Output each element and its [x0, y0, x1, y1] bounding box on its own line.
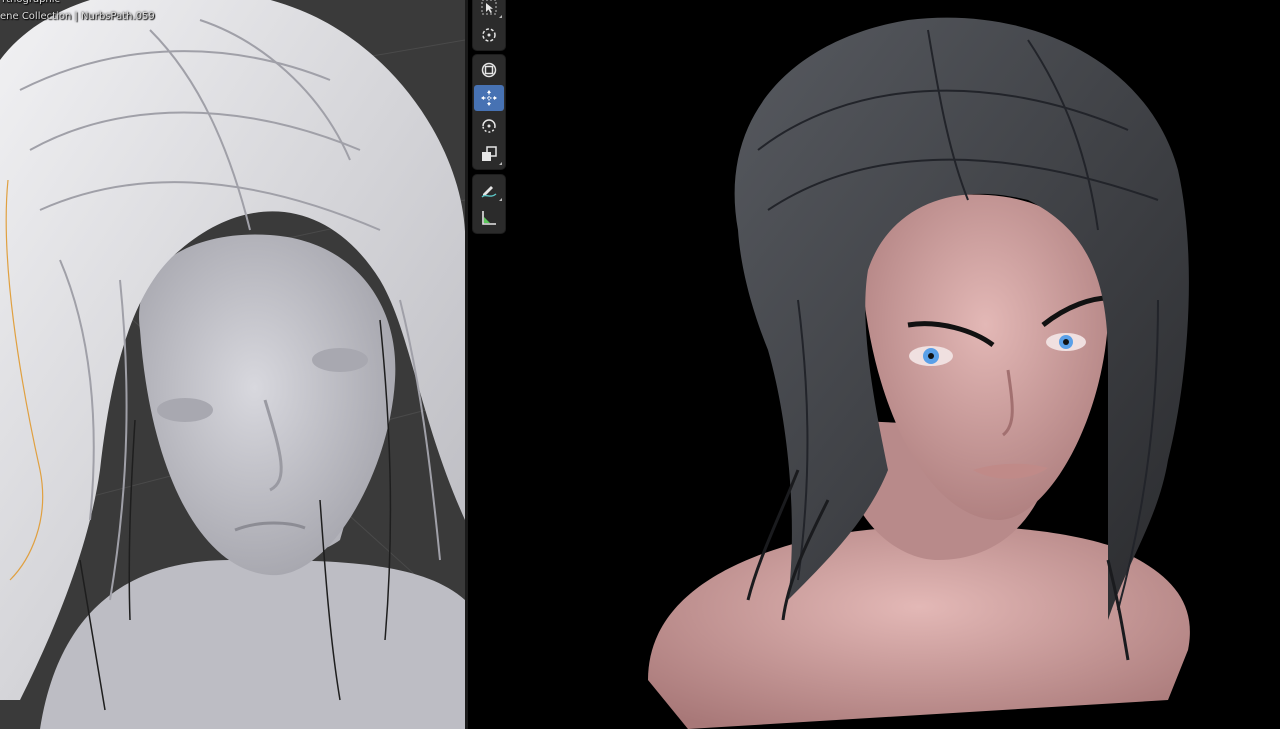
tool-scale[interactable]: [474, 141, 504, 167]
toolbar-transform-group: [473, 55, 505, 169]
toolbar-annotate-group: [473, 175, 505, 233]
tool-measure[interactable]: [474, 205, 504, 231]
tool-cursor[interactable]: [474, 22, 504, 48]
annotate-pencil-icon: [481, 186, 497, 198]
tool-rotate[interactable]: [474, 113, 504, 139]
move-arrows-icon: [481, 90, 497, 106]
view-mode-label: rthographic: [2, 0, 60, 6]
rendered-model-view: [648, 17, 1190, 729]
toolbar-select-group: [473, 0, 505, 50]
clay-model-view: [0, 0, 465, 729]
tool-annotate[interactable]: [474, 177, 504, 203]
viewport-3d-right[interactable]: [468, 0, 1280, 729]
transform-icon: [481, 62, 497, 78]
tool-transform[interactable]: [474, 57, 504, 83]
crosshair-cursor-icon: [482, 28, 496, 42]
blender-window: rthographic ene Collection | NurbsPath.0…: [0, 0, 1280, 729]
viewport-3d-left[interactable]: rthographic ene Collection | NurbsPath.0…: [0, 0, 465, 729]
scale-icon: [482, 146, 497, 161]
tool-select-box[interactable]: [474, 0, 504, 20]
rotate-icon: [482, 119, 496, 133]
tool-move[interactable]: [474, 85, 504, 111]
measure-ruler-icon: [482, 211, 496, 225]
collection-object-label: ene Collection | NurbsPath.059: [0, 11, 155, 22]
cursor-arrow-icon: [481, 0, 497, 15]
